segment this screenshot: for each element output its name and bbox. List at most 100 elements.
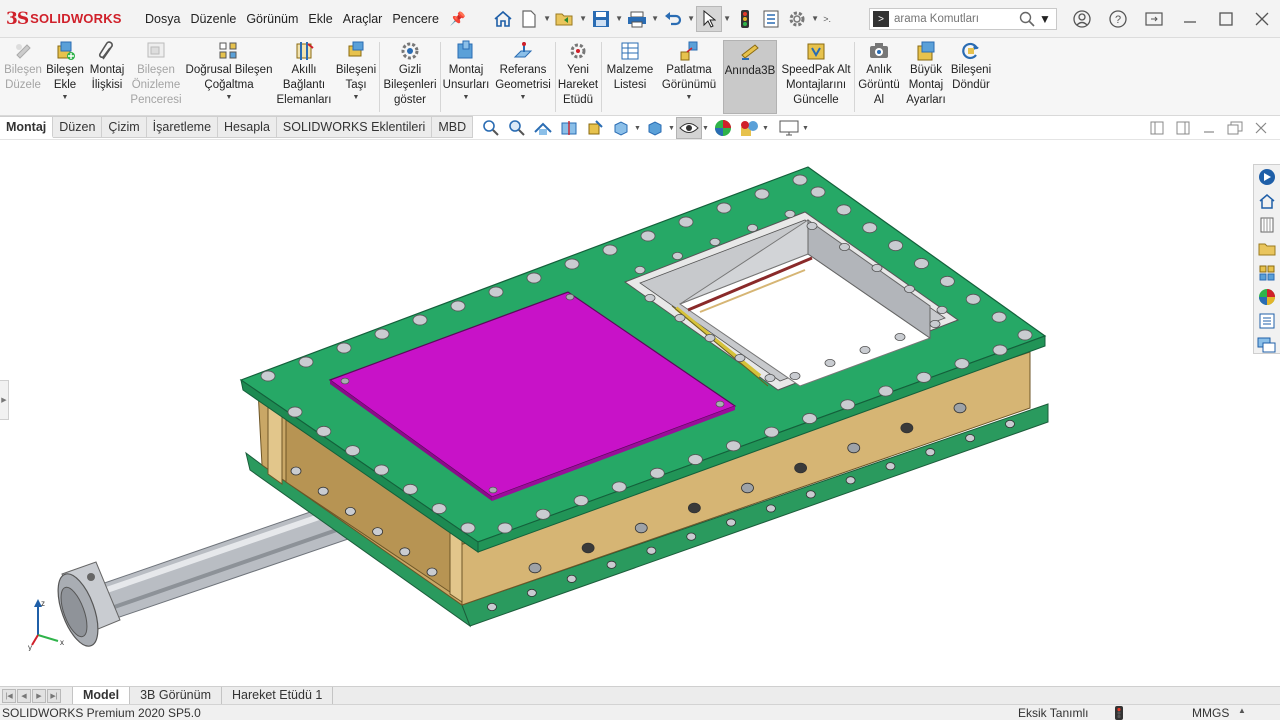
previous-view-icon[interactable] [530, 117, 556, 139]
select-dropdown-icon[interactable]: ▼ [722, 14, 732, 23]
new-document-icon[interactable] [516, 6, 542, 32]
tab-layout[interactable]: Düzen [53, 116, 103, 138]
tab-model[interactable]: Model [72, 687, 130, 704]
menu-tools[interactable]: Araçlar [338, 12, 388, 26]
dynamic-annotation-icon[interactable] [582, 117, 608, 139]
exploded-view-button[interactable]: Patlatma Görünümü ▼ [658, 40, 720, 114]
tab-addins[interactable]: SOLIDWORKS Eklentileri [276, 116, 433, 138]
solidworks-resources-icon[interactable] [1254, 165, 1279, 189]
toolbar-more-icon[interactable]: >. [820, 14, 834, 24]
options-dropdown-icon[interactable]: ▼ [810, 14, 820, 23]
speedpak-button[interactable]: SpeedPak Alt Montajlarını Güncelle [780, 40, 852, 114]
search-input[interactable] [894, 13, 1019, 25]
hide-show-dropdown-icon[interactable]: ▼ [702, 125, 710, 132]
smart-fasteners-button[interactable]: Akıllı Bağlantı Elemanları [274, 40, 334, 114]
zoom-to-area-icon[interactable] [504, 117, 530, 139]
user-account-icon[interactable] [1064, 0, 1100, 38]
doc-tile-right-icon[interactable] [1170, 117, 1196, 139]
tab-evaluate[interactable]: Hesapla [218, 116, 277, 138]
minimize-icon[interactable] [1172, 0, 1208, 38]
assembly-features-dropdown-icon[interactable]: ▼ [463, 93, 470, 102]
apply-scene-dropdown-icon[interactable]: ▼ [762, 125, 770, 132]
tab-3d-views[interactable]: 3B Görünüm [129, 687, 221, 704]
reference-geometry-button[interactable]: Referans Geometrisi ▼ [492, 40, 554, 114]
next-tab-arrow-icon[interactable]: ▶ [32, 688, 46, 703]
save-dropdown-icon[interactable]: ▼ [614, 14, 624, 23]
take-snapshot-button[interactable]: Anlık Görüntü Al [855, 40, 903, 114]
undo-icon[interactable] [660, 6, 686, 32]
linear-pattern-dropdown-icon[interactable]: ▼ [226, 93, 233, 102]
hide-show-items-eye-icon[interactable] [676, 117, 702, 139]
design-library-icon[interactable] [1254, 213, 1279, 237]
tab-assembly[interactable]: Montaj [0, 116, 54, 138]
search-dropdown-icon[interactable]: ▼ [1039, 12, 1051, 26]
help-icon[interactable]: ? [1100, 0, 1136, 38]
knife-gate-valve-model[interactable] [0, 140, 1280, 686]
restore-app-icon[interactable] [1136, 0, 1172, 38]
mate-button[interactable]: Montaj İlişkisi [86, 40, 128, 114]
last-tab-arrow-icon[interactable]: ▶| [47, 688, 61, 703]
rebuild-traffic-light-icon[interactable] [732, 6, 758, 32]
search-commands-box[interactable]: > ▼ [869, 8, 1057, 30]
solidworks-logo[interactable]: 3S SOLIDWORKS [0, 9, 140, 29]
edit-component-button[interactable]: Bileşen Düzele [2, 40, 44, 114]
insert-component-button[interactable]: Bileşen Ekle ▼ [44, 40, 86, 114]
first-tab-arrow-icon[interactable]: |◀ [2, 688, 16, 703]
appearances-scenes-icon[interactable] [1254, 285, 1279, 309]
custom-properties-icon[interactable] [1254, 309, 1279, 333]
view-settings-monitor-icon[interactable] [776, 117, 802, 139]
file-properties-icon[interactable] [758, 6, 784, 32]
maximize-icon[interactable] [1208, 0, 1244, 38]
doc-close-icon[interactable] [1248, 117, 1274, 139]
component-preview-button[interactable]: Bileşen Önizleme Penceresi [128, 40, 184, 114]
view-palette-icon[interactable] [1254, 261, 1279, 285]
large-assembly-settings-button[interactable]: Büyük Montaj Ayarları [903, 40, 949, 114]
menu-window[interactable]: Pencere [387, 12, 444, 26]
section-view-icon[interactable] [556, 117, 582, 139]
tab-markup[interactable]: İşaretleme [146, 116, 219, 138]
doc-tile-left-icon[interactable] [1144, 117, 1170, 139]
save-icon[interactable] [588, 6, 614, 32]
view-settings-dropdown-icon[interactable]: ▼ [802, 125, 810, 132]
home-icon[interactable] [490, 6, 516, 32]
search-icon[interactable] [1019, 11, 1035, 27]
home-pane-icon[interactable] [1254, 189, 1279, 213]
prev-tab-arrow-icon[interactable]: ◀ [17, 688, 31, 703]
feature-manager-toggle[interactable]: ▶ [0, 380, 9, 420]
tab-sketch[interactable]: Çizim [102, 116, 147, 138]
print-icon[interactable] [624, 6, 650, 32]
tab-mbd[interactable]: MBD [432, 116, 474, 138]
move-component-dropdown-icon[interactable]: ▼ [353, 93, 360, 102]
units-menu-arrow-icon[interactable]: ▲ [1238, 706, 1246, 715]
close-icon[interactable] [1244, 0, 1280, 38]
linear-pattern-button[interactable]: Doğrusal Bileşen Çoğaltma ▼ [184, 40, 274, 114]
apply-scene-icon[interactable] [736, 117, 762, 139]
menu-insert[interactable]: Ekle [303, 12, 337, 26]
view-orientation-icon[interactable] [608, 117, 634, 139]
exploded-view-dropdown-icon[interactable]: ▼ [686, 93, 693, 102]
new-motion-study-button[interactable]: Yeni Hareket Etüdü [556, 40, 600, 114]
rebuild-status-icon[interactable] [1114, 706, 1124, 720]
assembly-features-button[interactable]: Montaj Unsurları ▼ [440, 40, 492, 114]
open-dropdown-icon[interactable]: ▼ [578, 14, 588, 23]
display-style-icon[interactable] [642, 117, 668, 139]
new-dropdown-icon[interactable]: ▼ [542, 14, 552, 23]
file-explorer-icon[interactable] [1254, 237, 1279, 261]
display-style-dropdown-icon[interactable]: ▼ [668, 125, 676, 132]
menu-view[interactable]: Görünüm [241, 12, 303, 26]
doc-restore-icon[interactable] [1222, 117, 1248, 139]
instant3d-button[interactable]: Anında3B [723, 40, 777, 114]
zoom-to-fit-icon[interactable] [478, 117, 504, 139]
graphics-area[interactable]: ▶ z x y [0, 140, 1280, 686]
rotate-component-button[interactable]: Bileşeni Döndür [949, 40, 993, 114]
pin-menu-icon[interactable]: 📌 [450, 11, 466, 27]
view-orientation-dropdown-icon[interactable]: ▼ [634, 125, 642, 132]
edit-appearance-icon[interactable] [710, 117, 736, 139]
search-mode-icon[interactable]: > [873, 11, 889, 27]
print-dropdown-icon[interactable]: ▼ [650, 14, 660, 23]
bill-of-materials-button[interactable]: Malzeme Listesi [602, 40, 658, 114]
show-hidden-components-button[interactable]: Gizli Bileşenleri göster [381, 40, 439, 114]
options-gear-icon[interactable] [784, 6, 810, 32]
open-folder-icon[interactable] [552, 6, 578, 32]
doc-minimize-icon[interactable] [1196, 117, 1222, 139]
